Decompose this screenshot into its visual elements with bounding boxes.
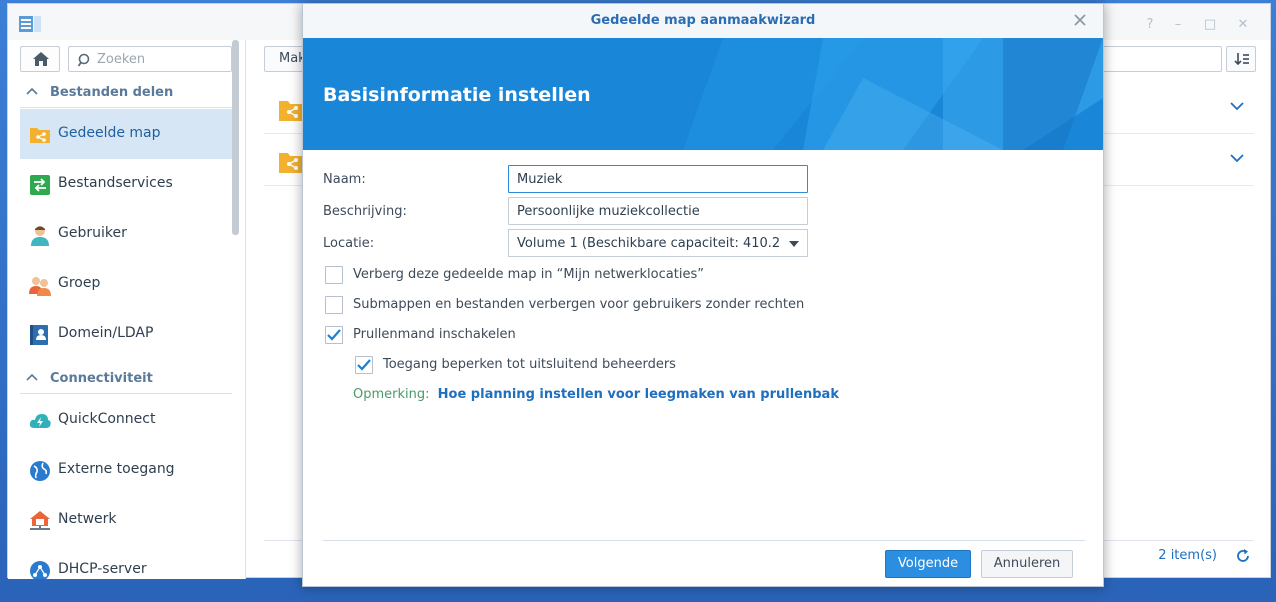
search-icon [78, 53, 90, 67]
close-icon[interactable] [1074, 14, 1086, 26]
sidebar-item-gebruiker[interactable]: Gebruiker [20, 209, 232, 259]
sidebar-item-label: Externe toegang [58, 461, 175, 477]
sidebar-item-label: Bestandservices [58, 175, 173, 191]
sidebar-scrollbar[interactable] [232, 40, 239, 235]
quickconnect-icon [29, 414, 51, 428]
dialog-titlebar: Gedeelde map aanmaakwizard [303, 4, 1103, 38]
description-field[interactable] [508, 197, 808, 225]
sidebar-item-quickconnect[interactable]: QuickConnect [20, 395, 232, 445]
sidebar-item-netwerk[interactable]: Netwerk [20, 495, 232, 545]
name-label: Naam: [323, 172, 366, 187]
dropdown-arrow-icon [789, 241, 799, 247]
recycle-bin-note: Opmerking: Hoe planning instellen voor l… [353, 387, 839, 402]
maximize-icon[interactable]: □ [1203, 18, 1217, 32]
domain-ldap-icon [30, 325, 48, 345]
sidebar-item-externe-toegang[interactable]: Externe toegang [20, 445, 232, 495]
help-icon[interactable]: ? [1143, 18, 1157, 32]
sidebar-item-label: Gebruiker [58, 225, 127, 241]
sidebar-item-label: Netwerk [58, 511, 117, 527]
user-icon [31, 226, 49, 246]
sort-icon [1234, 53, 1249, 66]
chevron-up-icon [26, 87, 38, 95]
location-label: Locatie: [323, 236, 375, 251]
recycle-bin-schedule-link[interactable]: Hoe planning instellen voor leegmaken va… [438, 387, 839, 402]
section-label: Connectiviteit [50, 371, 153, 386]
external-access-icon [30, 461, 50, 481]
checkbox-label: Submappen en bestanden verbergen voor ge… [353, 297, 805, 312]
checkmark-icon [327, 329, 341, 341]
file-services-icon [30, 175, 50, 195]
checkbox-label: Verberg deze gedeelde map in “Mijn netwe… [353, 267, 704, 282]
section-connectiviteit[interactable]: Connectiviteit [20, 364, 232, 394]
location-value: Volume 1 (Beschikbare capaciteit: 410.26… [517, 236, 779, 251]
sidebar-item-label: Groep [58, 275, 101, 291]
name-field[interactable] [508, 165, 808, 193]
network-icon [30, 511, 50, 530]
banner-title: Basisinformatie instellen [323, 84, 591, 106]
cancel-button[interactable]: Annuleren [981, 550, 1073, 578]
sidebar-item-dhcp-server[interactable]: DHCP-server [20, 545, 232, 579]
close-window-icon[interactable]: ✕ [1236, 18, 1250, 32]
description-label: Beschrijving: [323, 204, 407, 219]
sidebar-item-bestandservices[interactable]: Bestandservices [20, 159, 232, 209]
sidebar-item-label: DHCP-server [58, 561, 147, 577]
note-prefix: Opmerking: [353, 387, 430, 402]
sidebar-item-domein-ldap[interactable]: Domein/LDAP [20, 309, 232, 359]
chevron-down-icon[interactable] [1230, 154, 1244, 163]
section-bestanden-delen[interactable]: Bestanden delen [20, 78, 232, 108]
wizard-banner: Basisinformatie instellen [303, 38, 1103, 150]
items-count: 2 item(s) [1158, 548, 1217, 563]
checkmark-icon [357, 359, 371, 371]
dialog-title: Gedeelde map aanmaakwizard [590, 13, 816, 28]
checkbox-label: Prullenmand inschakelen [353, 327, 516, 342]
hide-subfolders-checkbox[interactable] [325, 296, 343, 314]
home-icon [33, 52, 49, 66]
control-panel-app-icon [19, 16, 41, 32]
refresh-icon[interactable] [1236, 549, 1250, 563]
minimize-icon[interactable]: – [1171, 18, 1185, 32]
search-input[interactable] [97, 50, 227, 68]
shared-folder-icon [30, 128, 50, 143]
next-button[interactable]: Volgende [885, 550, 971, 578]
sort-button[interactable] [1226, 46, 1256, 72]
hide-in-network-places-checkbox[interactable] [325, 266, 343, 284]
search-field[interactable] [68, 46, 232, 72]
admin-only-checkbox[interactable] [355, 356, 373, 374]
home-button[interactable] [20, 46, 60, 72]
dhcp-server-icon [30, 561, 50, 579]
group-icon [29, 277, 51, 296]
sidebar-item-label: QuickConnect [58, 411, 156, 427]
create-shared-folder-wizard: Gedeelde map aanmaakwizard Basisinformat… [302, 3, 1104, 587]
sidebar-item-label: Gedeelde map [58, 125, 161, 141]
sidebar-item-groep[interactable]: Groep [20, 259, 232, 309]
chevron-down-icon[interactable] [1230, 102, 1244, 111]
dialog-footer-divider [323, 540, 1085, 541]
enable-recycle-bin-checkbox[interactable] [325, 326, 343, 344]
sidebar-item-label: Domein/LDAP [58, 325, 154, 341]
chevron-up-icon [26, 373, 38, 381]
sidebar: Bestanden delen Gedeelde map Bestandserv… [8, 40, 246, 579]
checkbox-label: Toegang beperken tot uitsluitend beheerd… [383, 357, 676, 372]
location-select[interactable]: Volume 1 (Beschikbare capaciteit: 410.26… [508, 229, 808, 257]
sidebar-item-gedeelde-map[interactable]: Gedeelde map [20, 109, 232, 159]
section-label: Bestanden delen [50, 85, 174, 100]
